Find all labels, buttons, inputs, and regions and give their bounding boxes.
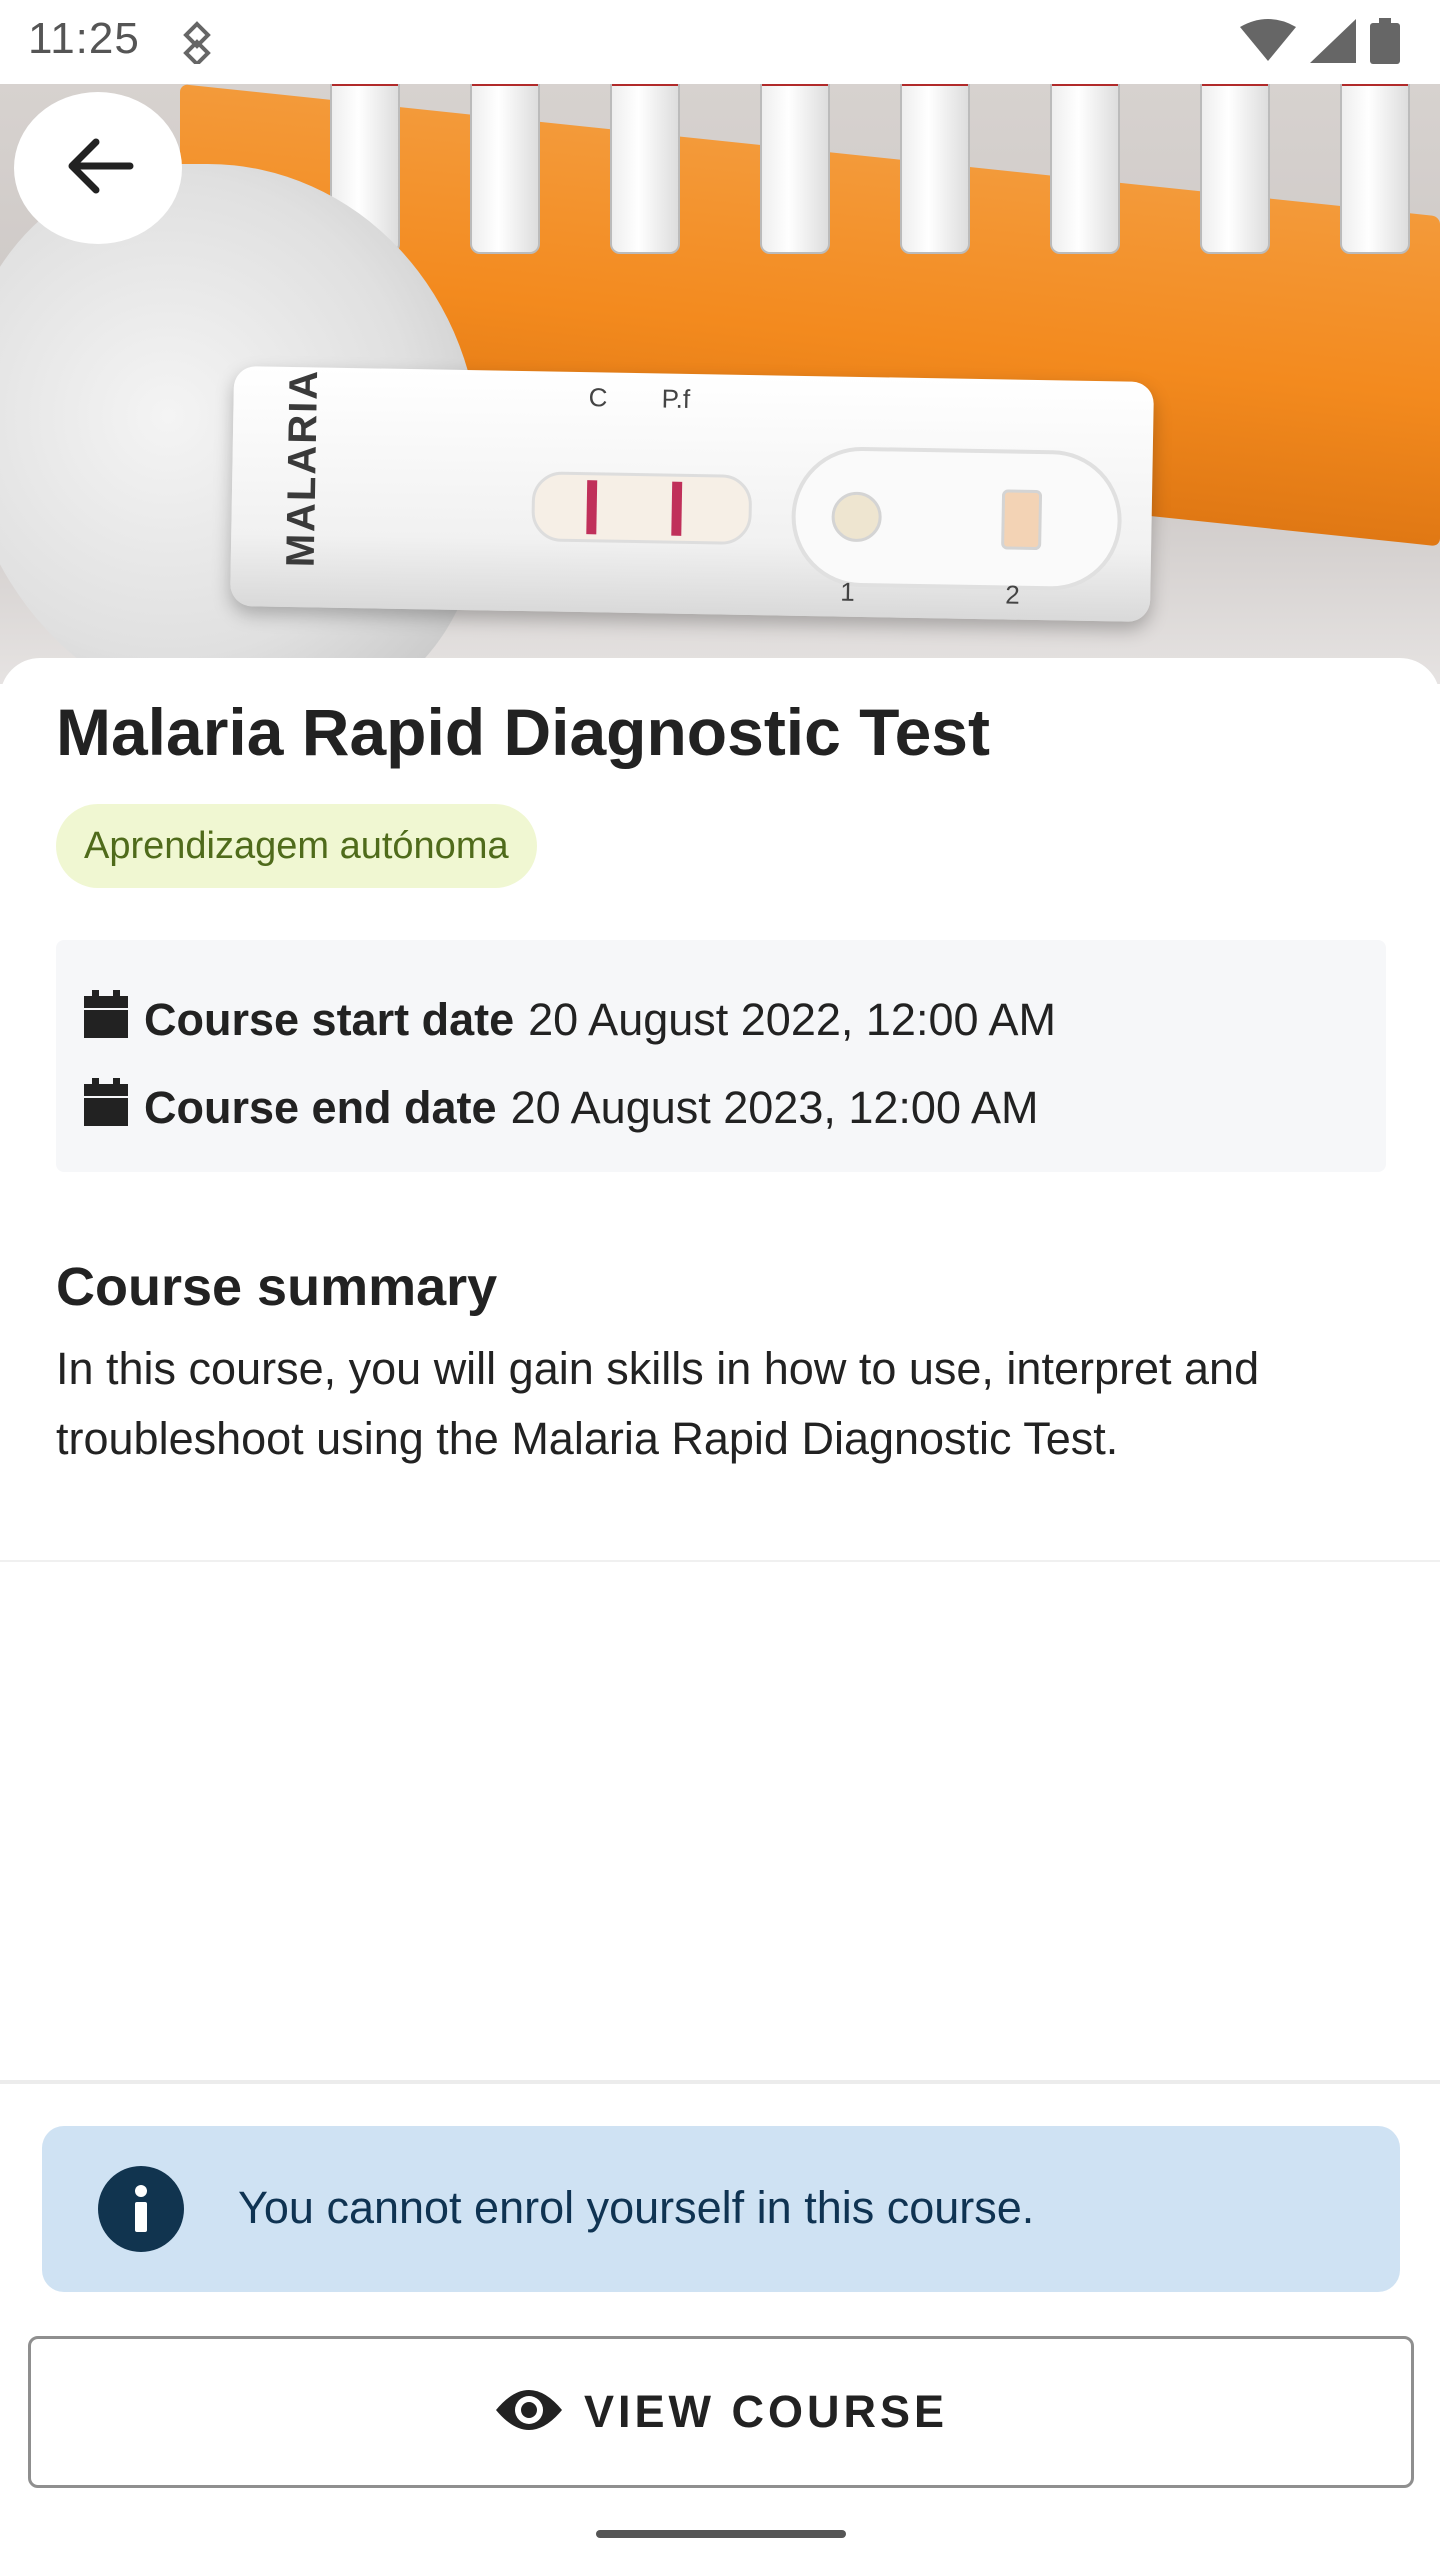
view-course-button[interactable]: VIEW COURSE — [28, 2336, 1414, 2488]
back-button[interactable] — [14, 92, 182, 244]
test-cassette: MALARIA C P.f 1 2 — [229, 365, 1155, 623]
course-summary-text: In this course, you will gain skills in … — [56, 1343, 1260, 1464]
cassette-label: MALARIA — [278, 368, 327, 568]
course-details-sheet: Malaria Rapid Diagnostic Test Aprendizag… — [0, 658, 1440, 2088]
course-start-date-row: Course start date 20 August 2022, 12:00 … — [84, 990, 1056, 1049]
battery-icon — [1370, 18, 1400, 69]
status-bar: 11:25 — [0, 0, 1440, 84]
signal-icon — [1310, 19, 1356, 68]
tube — [1200, 84, 1270, 254]
home-indicator[interactable] — [596, 2530, 846, 2538]
calendar-icon — [84, 990, 128, 1049]
buffer-window — [1001, 489, 1043, 551]
tube — [1050, 84, 1120, 254]
eye-icon — [494, 2384, 564, 2441]
course-type-badge: Aprendizagem autónoma — [56, 804, 537, 888]
sync-icon — [180, 20, 214, 69]
tube — [470, 84, 540, 254]
course-start-label: Course start date — [144, 993, 515, 1045]
tube — [1340, 84, 1410, 254]
tube — [610, 84, 680, 254]
enrol-notice: You cannot enrol yourself in this course… — [42, 2126, 1400, 2292]
course-summary-heading: Course summary — [56, 1257, 498, 1317]
course-end-date-row: Course end date 20 August 2023, 12:00 AM — [84, 1078, 1039, 1137]
tube — [900, 84, 970, 254]
marker-c: C — [588, 382, 608, 413]
tube — [760, 84, 830, 254]
view-course-label: VIEW COURSE — [583, 2386, 949, 2437]
info-icon — [98, 2166, 184, 2252]
wifi-icon — [1240, 19, 1296, 68]
course-title: Malaria Rapid Diagnostic Test — [56, 695, 990, 769]
calendar-icon — [84, 1078, 128, 1137]
enrol-notice-text: You cannot enrol yourself in this course… — [238, 2182, 1035, 2233]
course-end-label: Course end date — [144, 1081, 497, 1133]
status-time: 11:25 — [28, 14, 140, 63]
divider — [0, 2080, 1440, 2084]
marker-1: 1 — [840, 576, 856, 607]
marker-pf: P.f — [661, 383, 691, 414]
arrow-back-icon — [62, 136, 134, 201]
course-hero-image: MALARIA C P.f 1 2 — [0, 84, 1440, 684]
divider — [0, 1560, 1440, 1562]
test-line — [671, 481, 683, 536]
course-start-value: 20 August 2022, 12:00 AM — [528, 993, 1057, 1045]
result-window — [531, 471, 753, 546]
control-line — [586, 480, 598, 535]
course-dates-panel: Course start date 20 August 2022, 12:00 … — [56, 940, 1386, 1172]
marker-2: 2 — [1005, 579, 1021, 610]
course-end-value: 20 August 2023, 12:00 AM — [510, 1081, 1039, 1133]
